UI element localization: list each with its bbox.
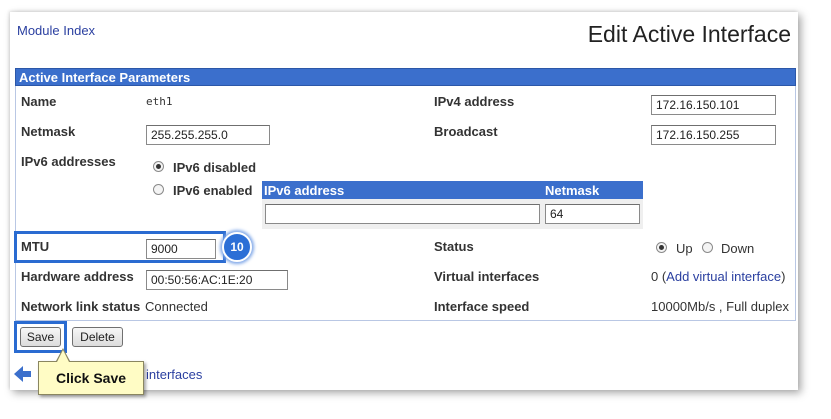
section-header: Active Interface Parameters	[15, 68, 796, 86]
virtual-label: Virtual interfaces	[434, 269, 540, 284]
linkstatus-value: Connected	[145, 299, 208, 314]
ipv6-label: IPv6 addresses	[21, 154, 116, 169]
arrow-left-icon[interactable]	[14, 366, 32, 382]
broadcast-field[interactable]: 172.16.150.255	[651, 125, 776, 145]
status-up-radio[interactable]	[656, 242, 667, 253]
callout-pointer-fill	[57, 350, 69, 362]
ipv4-label: IPv4 address	[434, 94, 515, 109]
add-virtual-interface-link[interactable]: Add virtual interface	[666, 269, 781, 284]
name-label: Name	[21, 94, 57, 109]
status-down-label: Down	[721, 241, 755, 256]
ipv6-table-header: IPv6 address Netmask	[262, 181, 643, 199]
click-save-callout: Click Save	[38, 361, 144, 395]
delete-button[interactable]: Delete	[72, 327, 123, 347]
ipv6-disabled-label: IPv6 disabled	[173, 160, 257, 175]
hwaddr-label: Hardware address	[21, 269, 134, 284]
status-up-label: Up	[676, 241, 693, 256]
name-value: eth1	[146, 95, 173, 108]
speed-label: Interface speed	[434, 299, 530, 314]
ipv6-address-field[interactable]	[265, 204, 540, 224]
section-title: Active Interface Parameters	[19, 70, 191, 85]
linkstatus-label: Network link status	[21, 299, 141, 314]
speed-value: 10000Mb/s , Full duplex	[651, 299, 790, 314]
page-title: Edit Active Interface	[587, 21, 791, 47]
return-interfaces-link[interactable]: interfaces	[146, 367, 202, 382]
hwaddr-field[interactable]: 00:50:56:AC:1E:20	[146, 270, 288, 290]
virtual-close: )	[781, 269, 786, 284]
module-index-link[interactable]: Module Index	[17, 23, 95, 38]
status-label: Status	[434, 239, 474, 254]
ipv6-netmask-field[interactable]: 64	[545, 204, 640, 224]
ipv6-disabled-radio[interactable]	[153, 161, 164, 172]
mtu-highlight	[14, 231, 226, 263]
virtual-count: 0 (	[651, 269, 667, 284]
step-badge: 10	[222, 232, 252, 262]
netmask-label: Netmask	[21, 124, 76, 139]
ipv6-col-address: IPv6 address	[264, 183, 345, 198]
status-down-radio[interactable]	[702, 242, 713, 253]
netmask-field[interactable]: 255.255.255.0	[146, 125, 270, 145]
broadcast-label: Broadcast	[434, 124, 498, 139]
ipv6-enabled-label: IPv6 enabled	[173, 183, 253, 198]
ipv6-enabled-radio[interactable]	[153, 184, 164, 195]
virtual-interfaces-value: 0 (Add virtual interface)	[651, 269, 785, 284]
ipv4-address-field[interactable]: 172.16.150.101	[651, 95, 776, 115]
ipv6-col-netmask: Netmask	[545, 183, 600, 198]
